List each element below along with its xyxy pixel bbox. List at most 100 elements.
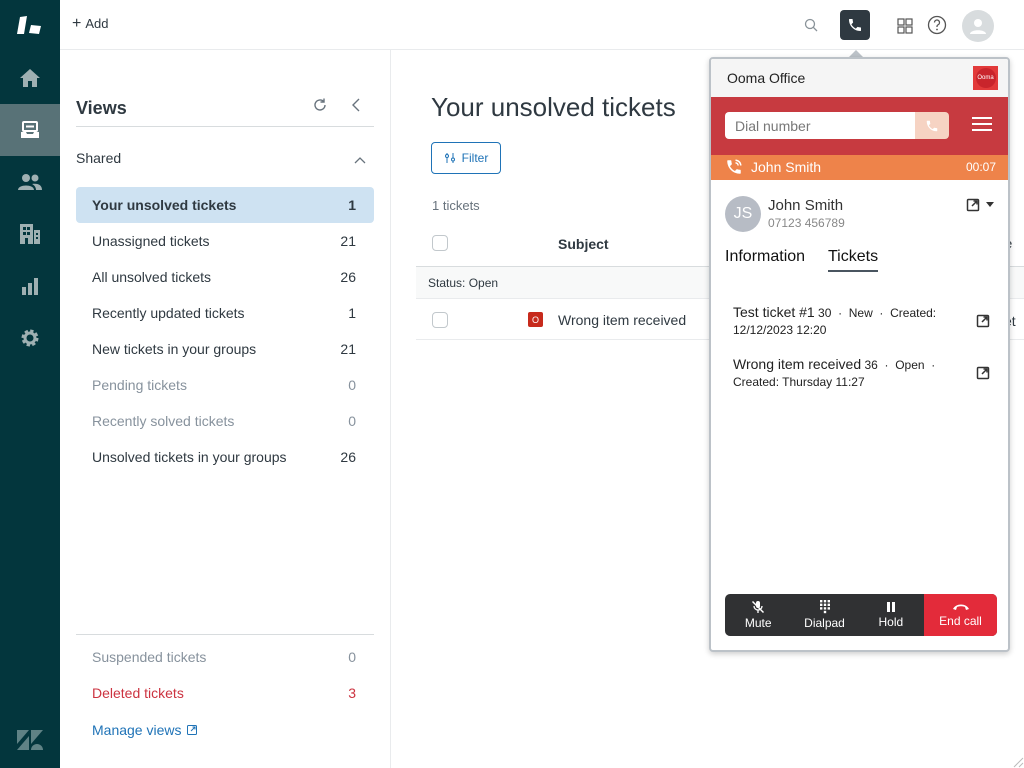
product-switcher-button[interactable] (895, 16, 915, 36)
external-link-icon (976, 366, 990, 380)
view-label: Recently solved tickets (92, 413, 235, 429)
add-label: Add (85, 16, 109, 31)
ticket-subject: Test ticket #1 (733, 304, 815, 320)
phone-in-call-icon (727, 159, 742, 174)
nav-rail (0, 0, 60, 768)
end-call-button[interactable]: End call (924, 594, 997, 636)
product-tray-icon (17, 16, 41, 34)
select-all-checkbox[interactable] (432, 235, 448, 251)
view-item-new-in-groups[interactable]: New tickets in your groups 21 (76, 331, 374, 367)
panel-tabs: Information Tickets (711, 240, 1008, 280)
ooma-logo-text: Ooma (975, 68, 996, 88)
contact-phone: 07123 456789 (768, 216, 845, 230)
collapse-views-button[interactable] (350, 97, 366, 115)
divider (76, 126, 374, 127)
view-label: Recently updated tickets (92, 305, 245, 321)
dial-call-button[interactable] (915, 112, 949, 139)
hold-label: Hold (878, 615, 904, 629)
status-badge: O (528, 312, 543, 327)
building-icon (20, 224, 40, 244)
ticket-subject-link[interactable]: Wrong item received (558, 312, 686, 328)
tab-information[interactable]: Information (725, 248, 805, 270)
user-icon (970, 19, 986, 34)
end-call-label: End call (939, 614, 982, 628)
view-count: 0 (348, 377, 356, 393)
zendesk-logo (0, 724, 60, 756)
help-button[interactable] (926, 14, 948, 36)
ooma-logo: Ooma (973, 66, 998, 90)
views-title: Views (76, 98, 127, 118)
rail-reporting[interactable] (0, 260, 60, 312)
rail-home[interactable] (0, 52, 60, 104)
call-timer: 00:07 (965, 160, 996, 174)
rail-views[interactable] (0, 104, 60, 156)
mute-button[interactable]: Mute (725, 594, 791, 636)
view-label: All unsolved tickets (92, 269, 212, 285)
filter-icon (444, 153, 455, 163)
mute-label: Mute (744, 616, 772, 630)
rail-organizations[interactable] (0, 208, 60, 260)
dial-number-input[interactable] (725, 112, 915, 139)
view-item-unsolved-in-groups[interactable]: Unsolved tickets in your groups 26 (76, 439, 374, 475)
zendesk-icon (17, 730, 43, 750)
users-icon (18, 174, 42, 190)
gear-icon (21, 329, 39, 347)
view-item-your-unsolved[interactable]: Your unsolved tickets 1 (76, 187, 374, 223)
menu-button[interactable] (972, 117, 992, 133)
view-item-all-unsolved[interactable]: All unsolved tickets 26 (76, 259, 374, 295)
column-header-subject[interactable]: Subject (558, 236, 609, 252)
open-ticket-button[interactable] (976, 366, 990, 385)
refresh-icon (314, 98, 326, 111)
hamburger-icon (972, 117, 992, 119)
hold-button[interactable]: Hold (858, 594, 924, 636)
resize-handle-icon[interactable] (1012, 756, 1024, 768)
view-count: 21 (340, 233, 356, 249)
view-item-unassigned[interactable]: Unassigned tickets 21 (76, 223, 374, 259)
view-label: Unassigned tickets (92, 233, 210, 249)
ticket-list-item[interactable]: Wrong item received 36 · Open · Created:… (733, 356, 973, 391)
ticket-list-item[interactable]: Test ticket #1 30 · New · Created: 12/12… (733, 304, 973, 339)
dialpad-button[interactable]: Dialpad (791, 594, 857, 636)
tab-tickets[interactable]: Tickets (828, 248, 879, 272)
rail-admin[interactable] (0, 312, 60, 364)
phone-icon (849, 19, 861, 31)
mic-off-icon (752, 600, 765, 614)
view-item-suspended[interactable]: Suspended tickets 0 (76, 639, 374, 675)
refresh-views-button[interactable] (312, 97, 330, 115)
external-link-icon (186, 725, 197, 735)
search-button[interactable] (802, 16, 820, 34)
caller-name: John Smith (751, 159, 822, 175)
filter-button[interactable]: Filter (431, 142, 501, 174)
popover-caret (849, 50, 863, 57)
view-count: 3 (348, 685, 356, 701)
user-avatar-button[interactable] (962, 10, 994, 42)
panel-header: Ooma Office Ooma (711, 59, 1008, 97)
row-checkbox[interactable] (432, 312, 448, 328)
view-item-deleted[interactable]: Deleted tickets 3 (76, 675, 374, 711)
external-link-icon (966, 198, 980, 212)
zendesk-product-logo[interactable] (0, 0, 60, 50)
contact-open-button[interactable] (966, 198, 994, 212)
view-item-recently-updated[interactable]: Recently updated tickets 1 (76, 295, 374, 331)
plus-icon: + (72, 14, 82, 32)
view-item-pending[interactable]: Pending tickets 0 (76, 367, 374, 403)
pause-icon (886, 602, 895, 612)
view-count: 26 (340, 269, 356, 285)
add-button[interactable]: + Add (72, 14, 109, 32)
view-count: 26 (340, 449, 356, 465)
view-count: 1 (348, 305, 356, 321)
view-count: 1 (348, 197, 356, 213)
contact-avatar: JS (725, 196, 761, 232)
ticket-created-date: 12/12/2023 12:20 (733, 323, 827, 337)
chevron-up-icon (354, 157, 366, 164)
manage-views-link[interactable]: Manage views (92, 722, 198, 738)
rail-customers[interactable] (0, 156, 60, 208)
divider (76, 634, 374, 635)
view-count: 0 (348, 413, 356, 429)
phone-icon (926, 120, 938, 131)
view-item-recently-solved[interactable]: Recently solved tickets 0 (76, 403, 374, 439)
hamburger-icon-line (972, 129, 992, 131)
collapse-shared-button[interactable] (354, 151, 368, 164)
open-ticket-button[interactable] (976, 314, 990, 333)
phone-app-button[interactable] (840, 10, 870, 40)
